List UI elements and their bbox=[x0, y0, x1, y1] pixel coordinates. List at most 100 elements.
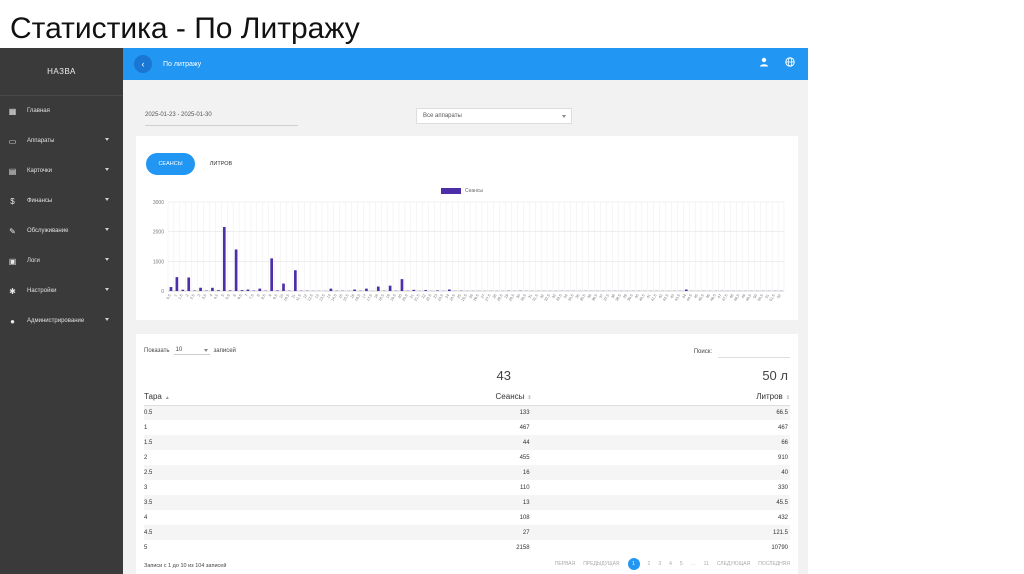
sidebar-item-label: Финансы bbox=[27, 198, 53, 204]
column-header-tara[interactable]: Тара ▲ bbox=[144, 388, 403, 406]
cell-sessions: 13 bbox=[402, 495, 532, 510]
pager-prev[interactable]: ПРЕДЫДУЩАЯ bbox=[583, 561, 619, 567]
x-tick-label: 51.5 bbox=[769, 294, 776, 302]
x-tick-label: 44.5 bbox=[686, 294, 693, 302]
user-icon[interactable] bbox=[758, 57, 770, 69]
pager-next[interactable]: СЛЕДУЮЩАЯ bbox=[717, 561, 750, 567]
x-tick-label: 28.5 bbox=[496, 294, 503, 302]
search-control: Поиск: bbox=[694, 346, 790, 358]
x-tick-label: 41.5 bbox=[650, 294, 657, 302]
sidebar-item-label: Обслуживание bbox=[27, 228, 69, 234]
chevron-down-icon bbox=[562, 115, 566, 118]
sidebar-item-3[interactable]: $ Финансы bbox=[0, 186, 123, 216]
cell-tara: 3.5 bbox=[144, 495, 403, 510]
x-tick-label: 8.5 bbox=[260, 294, 266, 301]
cell-sessions: 27 bbox=[402, 525, 532, 540]
sidebar-item-7[interactable]: ● Администрирование bbox=[0, 306, 123, 336]
pager-page[interactable]: 11 bbox=[704, 561, 709, 567]
x-tick-label: 38.5 bbox=[615, 294, 622, 302]
brand-logo: НАЗВА bbox=[0, 48, 123, 96]
sidebar-item-4[interactable]: ✎ Обслуживание bbox=[0, 216, 123, 246]
table-body: 0.5 133 66.5 1 467 467 1.5 44 66 2 455 910 2.5 16 40 3 1… bbox=[144, 405, 790, 555]
chart-bar bbox=[187, 277, 191, 291]
sidebar-item-label: Карточки bbox=[27, 168, 53, 174]
pager-first[interactable]: ПЕРВАЯ bbox=[555, 561, 575, 567]
search-label: Поиск: bbox=[693, 349, 712, 355]
x-tick-label: 18.5 bbox=[378, 294, 385, 302]
topbar: ‹ По литражу bbox=[123, 48, 808, 80]
sidebar: НАЗВА ▦ Главная ▭ Аппараты ▤ Карточки $ Финансы… bbox=[0, 48, 123, 574]
pager-page[interactable]: … bbox=[691, 561, 696, 567]
x-tick-label: 16.5 bbox=[354, 294, 361, 302]
page-length-select[interactable]: 10 bbox=[173, 346, 210, 355]
chart-bar bbox=[684, 289, 688, 291]
sidebar-item-0[interactable]: ▦ Главная bbox=[0, 96, 123, 126]
back-button[interactable]: ‹ bbox=[134, 55, 152, 73]
date-range-input[interactable]: 2025-01-23 - 2025-01-30 bbox=[145, 110, 298, 126]
sidebar-item-label: Администрирование bbox=[27, 318, 85, 324]
cell-tara: 5 bbox=[144, 544, 148, 551]
x-tick-label: 49.5 bbox=[745, 294, 752, 302]
pager-page[interactable]: 2 bbox=[648, 561, 651, 567]
chart-bar bbox=[294, 270, 297, 291]
pager-last[interactable]: ПОСЛЕДНЯЯ bbox=[758, 561, 790, 567]
chart-bar bbox=[240, 290, 244, 291]
cell-tara: 1.5 bbox=[144, 435, 403, 450]
cell-sessions: 467 bbox=[519, 424, 530, 431]
show-label: Показать bbox=[144, 347, 170, 354]
sidebar-item-5[interactable]: ▣ Логи bbox=[0, 246, 123, 276]
column-header-liters[interactable]: Литров ⇕ bbox=[531, 388, 790, 406]
x-tick-label: 1.5 bbox=[178, 294, 184, 301]
sidebar-item-6[interactable]: ✱ Настройки bbox=[0, 276, 123, 306]
chart-bar bbox=[169, 287, 173, 291]
wrench-icon: ✎ bbox=[9, 226, 16, 236]
x-tick-label: 2.5 bbox=[189, 294, 195, 301]
column-header-sessions[interactable]: Сеансы ⇕ bbox=[402, 388, 532, 406]
sidebar-item-2[interactable]: ▤ Карточки bbox=[0, 156, 123, 186]
sidebar-item-label: Логи bbox=[27, 258, 40, 264]
x-tick-label: 22.5 bbox=[425, 294, 432, 302]
total-sessions: 43 bbox=[496, 368, 511, 383]
person-icon: ● bbox=[10, 316, 15, 326]
pager-page[interactable]: 5 bbox=[680, 561, 683, 567]
header-label: Тара bbox=[144, 391, 162, 401]
x-tick-label: 17.5 bbox=[366, 294, 373, 302]
y-tick-label: 0 bbox=[161, 289, 164, 295]
x-tick-label: 23.5 bbox=[437, 294, 444, 302]
chart-bar bbox=[436, 290, 439, 291]
x-tick-label: 20.5 bbox=[402, 294, 409, 302]
x-tick-label: 2 bbox=[185, 294, 190, 298]
x-tick-label: 32.5 bbox=[544, 294, 551, 302]
search-input[interactable] bbox=[718, 346, 790, 358]
sidebar-item-1[interactable]: ▭ Аппараты bbox=[0, 126, 123, 156]
x-tick-label: 27.5 bbox=[485, 294, 492, 302]
cell-liters: 66 bbox=[531, 435, 790, 450]
x-tick-label: 42.5 bbox=[662, 294, 669, 302]
x-tick-label: 24.5 bbox=[449, 294, 456, 302]
table-info: Записи с 1 до 10 из 104 записей bbox=[144, 563, 227, 569]
x-tick-label: 3 bbox=[197, 294, 202, 298]
money-icon: $ bbox=[10, 196, 15, 206]
x-tick-label: 52 bbox=[776, 294, 782, 300]
cell-liters: 66.5 bbox=[531, 405, 790, 420]
y-tick-label: 3000 bbox=[153, 200, 164, 206]
chart-bar bbox=[276, 290, 279, 291]
chart-bar bbox=[234, 249, 238, 291]
cell-sessions: 455 bbox=[519, 454, 530, 461]
chart-bar bbox=[211, 287, 214, 291]
x-tick-label: 3.5 bbox=[201, 294, 207, 301]
table-row: 2 455 910 bbox=[144, 450, 790, 465]
total-liters: 50 л bbox=[762, 368, 788, 383]
pager-page[interactable]: 3 bbox=[658, 561, 661, 567]
devices-icon: ▭ bbox=[8, 136, 17, 146]
table-header-row: Тара ▲ Сеансы ⇕ Литров ⇕ bbox=[144, 388, 790, 406]
chart-bar bbox=[246, 289, 250, 291]
x-tick-label: 8 bbox=[256, 294, 261, 298]
pager-page[interactable]: 4 bbox=[669, 561, 672, 567]
cell-liters: 467 bbox=[777, 424, 788, 431]
globe-icon[interactable] bbox=[784, 57, 796, 69]
device-select[interactable]: Все аппараты bbox=[416, 108, 572, 124]
x-tick-label: 48.5 bbox=[733, 294, 740, 302]
chart-bar bbox=[217, 290, 220, 291]
pager-page[interactable]: 1 bbox=[627, 558, 640, 570]
